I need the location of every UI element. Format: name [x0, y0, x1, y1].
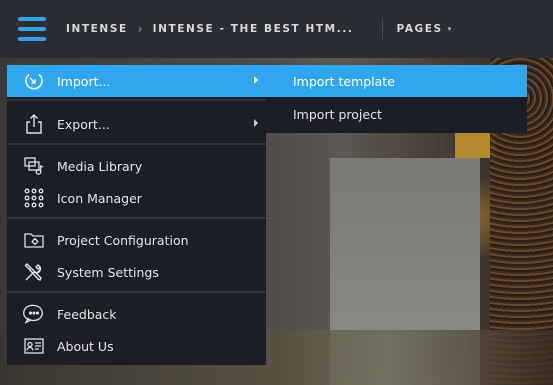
menu-item-feedback[interactable]: Feedback: [7, 298, 266, 330]
top-bar: INTENSE › INTENSE - THE BEST HTM... PAGE…: [0, 0, 553, 58]
menu-item-label: Project Configuration: [57, 232, 189, 248]
menu-divider: [7, 291, 266, 293]
menu-item-export[interactable]: Export...: [7, 108, 266, 140]
menu-item-label: Export...: [57, 116, 110, 132]
breadcrumb-separator: ›: [137, 22, 143, 36]
tools-icon: [23, 261, 45, 283]
menu-item-project-configuration[interactable]: Project Configuration: [7, 224, 266, 256]
folder-gear-icon: [23, 229, 45, 251]
breadcrumb: INTENSE › INTENSE - THE BEST HTM...: [66, 22, 354, 36]
main-menu: Import... Export... Media Library Icon M…: [7, 65, 266, 365]
chevron-right-icon: [254, 76, 258, 84]
submenu-item-label: Import template: [293, 73, 395, 89]
export-icon: [23, 113, 45, 135]
menu-item-label: About Us: [57, 338, 114, 354]
menu-divider: [7, 217, 266, 219]
menu-item-icon-manager[interactable]: Icon Manager: [7, 182, 266, 214]
menu-divider: [7, 99, 266, 101]
breadcrumb-item-site[interactable]: INTENSE: [66, 23, 128, 35]
submenu-item-import-template[interactable]: Import template: [266, 65, 527, 97]
menu-item-label: Media Library: [57, 158, 143, 174]
media-library-icon: [23, 155, 45, 177]
import-icon: [23, 70, 45, 92]
menu-item-label: Feedback: [57, 306, 117, 322]
menu-divider: [7, 143, 266, 145]
id-card-icon: [23, 335, 45, 357]
submenu-item-label: Import project: [293, 106, 382, 122]
hamburger-menu-icon[interactable]: [18, 17, 46, 41]
menu-item-about-us[interactable]: About Us: [7, 330, 266, 362]
chevron-down-icon: ▾: [447, 25, 452, 33]
pages-dropdown[interactable]: PAGES ▾: [397, 23, 452, 35]
import-submenu: Import template Import project: [266, 65, 527, 133]
menu-item-label: Import...: [57, 73, 111, 89]
menu-item-label: System Settings: [57, 264, 159, 280]
menu-item-import[interactable]: Import...: [7, 65, 266, 97]
pages-dropdown-label: PAGES: [396, 23, 443, 35]
icon-manager-grid-icon: [23, 187, 45, 209]
submenu-item-import-project[interactable]: Import project: [266, 98, 527, 130]
feedback-icon: [23, 303, 45, 325]
topbar-divider: [381, 19, 383, 39]
menu-item-label: Icon Manager: [57, 190, 142, 206]
menu-item-media-library[interactable]: Media Library: [7, 150, 266, 182]
breadcrumb-item-page[interactable]: INTENSE - THE BEST HTM...: [153, 23, 354, 35]
menu-item-system-settings[interactable]: System Settings: [7, 256, 266, 288]
chevron-right-icon: [254, 119, 258, 127]
